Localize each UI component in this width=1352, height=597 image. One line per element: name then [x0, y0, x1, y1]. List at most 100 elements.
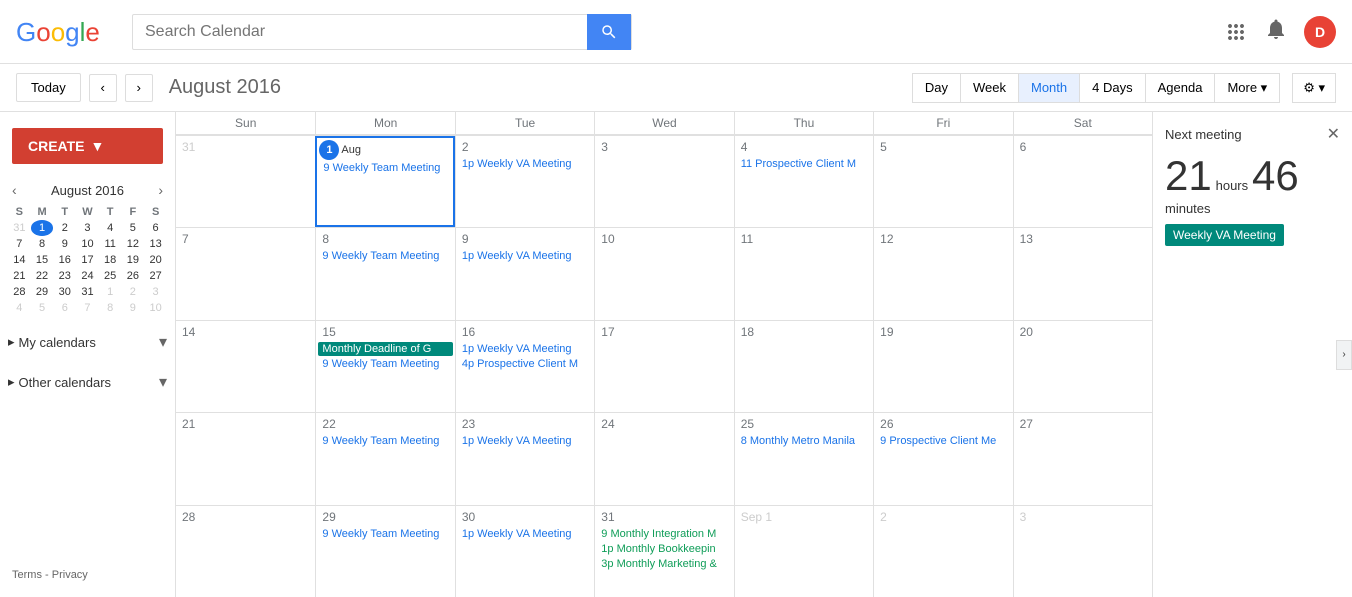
mini-cal-day[interactable]: 22	[31, 268, 54, 284]
mini-cal-day[interactable]: 9	[122, 300, 145, 316]
mini-cal-day[interactable]: 4	[99, 220, 122, 236]
mini-cal-day[interactable]: 21	[8, 268, 31, 284]
search-input[interactable]	[133, 23, 587, 41]
cal-cell[interactable]: 30 1p Weekly VA Meeting	[455, 506, 594, 597]
mini-cal-day[interactable]: 26	[122, 268, 145, 284]
cal-cell[interactable]: 23 1p Weekly VA Meeting	[455, 413, 594, 504]
event[interactable]: 1p Weekly VA Meeting	[458, 434, 592, 448]
month-view-button[interactable]: Month	[1019, 73, 1080, 103]
privacy-link[interactable]: Privacy	[52, 569, 88, 581]
cal-cell[interactable]: 9 1p Weekly VA Meeting	[455, 228, 594, 319]
today-button[interactable]: Today	[16, 73, 81, 102]
mini-cal-day[interactable]: 16	[53, 252, 76, 268]
mini-cal-day[interactable]: 25	[99, 268, 122, 284]
cal-cell[interactable]: 26 9 Prospective Client Me	[873, 413, 1012, 504]
mini-cal-day[interactable]: 23	[53, 268, 76, 284]
cal-cell[interactable]: 31 9 Monthly Integration M 1p Monthly Bo…	[594, 506, 733, 597]
cal-cell[interactable]: 10	[594, 228, 733, 319]
cal-cell[interactable]: 11	[734, 228, 873, 319]
cal-cell[interactable]: 17	[594, 321, 733, 412]
mini-cal-day[interactable]: 7	[76, 300, 99, 316]
event[interactable]: 9 Prospective Client Me	[876, 434, 1010, 448]
add-my-calendar-button[interactable]: ▾	[159, 332, 167, 352]
event[interactable]: 1p Weekly VA Meeting	[458, 527, 592, 541]
cal-cell[interactable]: Sep 1	[734, 506, 873, 597]
my-calendars-header[interactable]: ▸ My calendars ▾	[8, 328, 167, 356]
event[interactable]: 9 Weekly Team Meeting	[318, 249, 452, 263]
cal-cell[interactable]: 3	[1013, 506, 1152, 597]
mini-cal-day[interactable]: 5	[122, 220, 145, 236]
mini-cal-day[interactable]: 9	[53, 236, 76, 252]
event[interactable]: 9 Monthly Integration M	[597, 527, 731, 541]
terms-link[interactable]: Terms	[12, 569, 42, 581]
next-button[interactable]: ›	[125, 74, 153, 102]
avatar[interactable]: D	[1304, 16, 1336, 48]
cal-cell[interactable]: 16 1p Weekly VA Meeting 4p Prospective C…	[455, 321, 594, 412]
mini-cal-day[interactable]: 15	[31, 252, 54, 268]
mini-cal-day[interactable]: 27	[144, 268, 167, 284]
cal-cell[interactable]: 6	[1013, 136, 1152, 227]
cal-cell[interactable]: 7	[176, 228, 315, 319]
mini-cal-day[interactable]: 14	[8, 252, 31, 268]
cal-cell[interactable]: 13	[1013, 228, 1152, 319]
cal-cell[interactable]: 28	[176, 506, 315, 597]
mini-cal-day[interactable]: 31	[76, 284, 99, 300]
event[interactable]: 9 Weekly Team Meeting	[318, 434, 452, 448]
cal-cell[interactable]: 1Aug 9 Weekly Team Meeting	[315, 136, 454, 227]
settings-button[interactable]: ⚙ ▾	[1292, 73, 1336, 103]
event[interactable]: 1p Weekly VA Meeting	[458, 157, 592, 171]
cal-cell[interactable]: 21	[176, 413, 315, 504]
event[interactable]: Monthly Deadline of G	[318, 342, 452, 356]
mini-cal-day[interactable]: 1	[31, 220, 54, 236]
mini-cal-day[interactable]: 2	[122, 284, 145, 300]
add-other-calendar-button[interactable]: ▾	[159, 372, 167, 392]
mini-cal-day[interactable]: 10	[76, 236, 99, 252]
event[interactable]: 9 Weekly Team Meeting	[318, 357, 452, 371]
event[interactable]: 9 Weekly Team Meeting	[318, 527, 452, 541]
mini-cal-day[interactable]: 20	[144, 252, 167, 268]
cal-cell[interactable]: 2	[873, 506, 1012, 597]
cal-cell[interactable]: 4 11 Prospective Client M	[734, 136, 873, 227]
cal-cell[interactable]: 3	[594, 136, 733, 227]
4days-view-button[interactable]: 4 Days	[1080, 73, 1145, 103]
cal-cell[interactable]: 18	[734, 321, 873, 412]
mini-cal-day[interactable]: 12	[122, 236, 145, 252]
mini-cal-day[interactable]: 8	[99, 300, 122, 316]
collapse-panel-button[interactable]: ›	[1336, 340, 1352, 370]
mini-cal-day[interactable]: 6	[53, 300, 76, 316]
cal-cell[interactable]: 8 9 Weekly Team Meeting	[315, 228, 454, 319]
week-view-button[interactable]: Week	[961, 73, 1019, 103]
cal-cell[interactable]: 5	[873, 136, 1012, 227]
mini-cal-day[interactable]: 29	[31, 284, 54, 300]
mini-cal-day[interactable]: 24	[76, 268, 99, 284]
mini-cal-day[interactable]: 4	[8, 300, 31, 316]
mini-cal-day[interactable]: 28	[8, 284, 31, 300]
mini-cal-day[interactable]: 11	[99, 236, 122, 252]
mini-cal-day[interactable]: 30	[53, 284, 76, 300]
meeting-badge[interactable]: Weekly VA Meeting	[1165, 224, 1284, 246]
event[interactable]: 3p Monthly Marketing &	[597, 557, 731, 571]
event[interactable]: 4p Prospective Client M	[458, 357, 592, 371]
other-calendars-header[interactable]: ▸ Other calendars ▾	[8, 368, 167, 396]
mini-cal-day[interactable]: 3	[76, 220, 99, 236]
mini-cal-day[interactable]: 13	[144, 236, 167, 252]
event[interactable]: 1p Weekly VA Meeting	[458, 342, 592, 356]
cal-cell[interactable]: 2 1p Weekly VA Meeting	[455, 136, 594, 227]
apps-icon[interactable]	[1224, 20, 1248, 44]
day-view-button[interactable]: Day	[912, 73, 961, 103]
notifications-icon[interactable]	[1264, 17, 1288, 47]
mini-cal-day[interactable]: 8	[31, 236, 54, 252]
cal-cell[interactable]: 15 Monthly Deadline of G 9 Weekly Team M…	[315, 321, 454, 412]
cal-cell[interactable]: 25 8 Monthly Metro Manila	[734, 413, 873, 504]
cal-cell[interactable]: 19	[873, 321, 1012, 412]
mini-next-button[interactable]: ›	[154, 180, 167, 200]
mini-prev-button[interactable]: ‹	[8, 180, 21, 200]
mini-cal-day[interactable]: 2	[53, 220, 76, 236]
mini-cal-day[interactable]: 18	[99, 252, 122, 268]
cal-cell[interactable]: 27	[1013, 413, 1152, 504]
event[interactable]: 1p Monthly Bookkeepin	[597, 542, 731, 556]
event[interactable]: 1p Weekly VA Meeting	[458, 249, 592, 263]
mini-cal-day[interactable]: 19	[122, 252, 145, 268]
search-button[interactable]	[587, 14, 631, 50]
agenda-view-button[interactable]: Agenda	[1146, 73, 1216, 103]
